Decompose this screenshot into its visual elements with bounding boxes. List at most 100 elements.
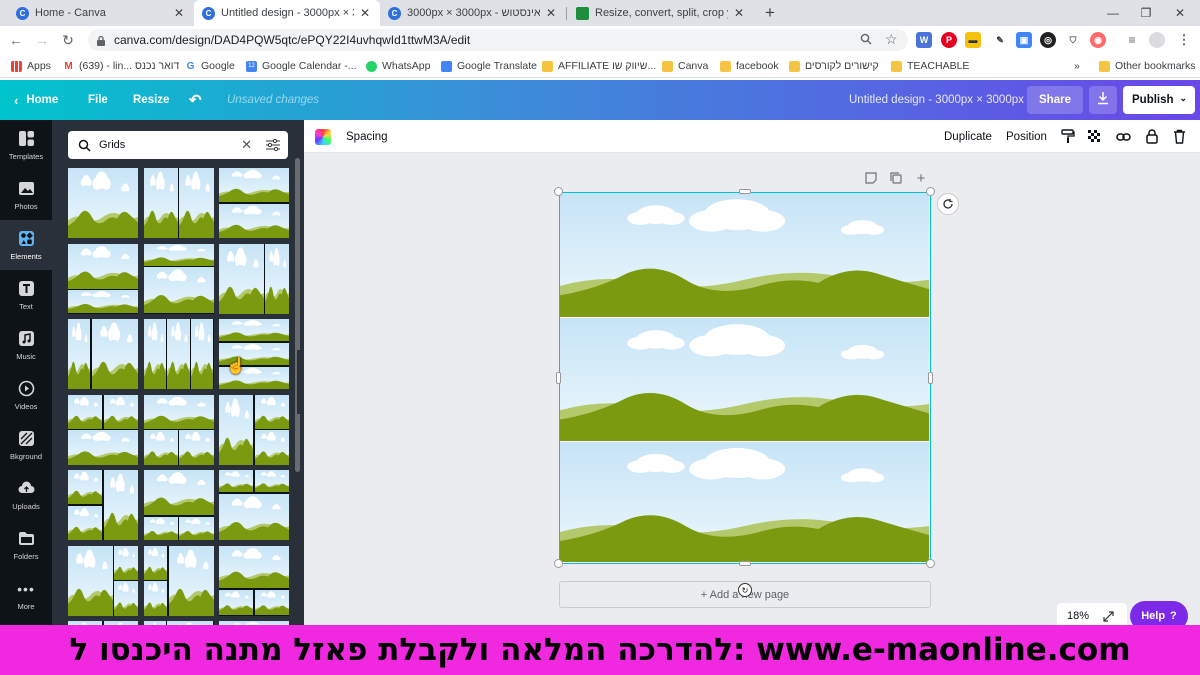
undo-icon[interactable]: ↶ bbox=[189, 80, 202, 120]
rail-uploads[interactable]: Uploads bbox=[0, 470, 52, 520]
grid-layout-thumbnail[interactable] bbox=[68, 243, 138, 314]
rail-music[interactable]: Music bbox=[0, 320, 52, 370]
rail-elements[interactable]: Elements bbox=[0, 220, 52, 270]
add-page-icon[interactable]: + bbox=[912, 169, 930, 187]
rail-photos[interactable]: Photos bbox=[0, 170, 52, 220]
resize-handle-top-right[interactable] bbox=[926, 187, 935, 196]
more-bookmarks-button[interactable]: » bbox=[1074, 58, 1080, 74]
rail-more[interactable]: ••• More bbox=[0, 570, 52, 620]
resize-handle-bottom[interactable] bbox=[739, 561, 751, 566]
bookmark-star-icon[interactable]: ☆ bbox=[885, 31, 898, 48]
grid-layout-thumbnail[interactable] bbox=[143, 168, 214, 238]
rail-background[interactable]: Bkground bbox=[0, 420, 52, 470]
zoom-lens-icon[interactable] bbox=[860, 33, 872, 48]
tab-puzzle[interactable]: C 3000px × 3000px - פאזל אינסטוש ✕ bbox=[380, 0, 566, 26]
resize-handle-right[interactable] bbox=[928, 372, 933, 384]
download-button[interactable] bbox=[1089, 86, 1117, 114]
maximize-button[interactable]: ❐ bbox=[1128, 0, 1164, 26]
duplicate-button[interactable]: Duplicate bbox=[944, 120, 992, 153]
bookmark-translate[interactable]: Google Translate bbox=[441, 58, 537, 74]
grid-cell-middle[interactable] bbox=[560, 317, 929, 441]
close-tab-icon[interactable]: ✕ bbox=[358, 6, 372, 20]
rail-templates[interactable]: Templates bbox=[0, 120, 52, 170]
color-swatch-button[interactable] bbox=[315, 120, 331, 153]
bookmark-canva[interactable]: Canva bbox=[662, 58, 708, 74]
url-bar[interactable]: canva.com/design/DAD4PQW5qtc/ePQY22I4uvh… bbox=[88, 29, 908, 51]
publish-button[interactable]: Publish ⌄ bbox=[1123, 86, 1195, 114]
page-notes-icon[interactable] bbox=[862, 169, 880, 187]
position-button[interactable]: Position bbox=[1006, 120, 1047, 153]
minimize-button[interactable]: — bbox=[1095, 0, 1131, 26]
resize-handle-left[interactable] bbox=[556, 372, 561, 384]
grid-cell-top[interactable] bbox=[560, 193, 929, 317]
resize-handle-bottom-right[interactable] bbox=[926, 559, 935, 568]
back-icon[interactable]: ← bbox=[6, 30, 26, 50]
resize-button[interactable]: Resize bbox=[133, 80, 169, 120]
grid-layout-thumbnail[interactable] bbox=[219, 545, 289, 616]
grid-layout-thumbnail[interactable] bbox=[219, 168, 289, 238]
rail-videos[interactable]: Videos bbox=[0, 370, 52, 420]
grid-layout-thumbnail[interactable] bbox=[68, 394, 138, 465]
design-title[interactable]: Untitled design - 3000px × 3000px bbox=[849, 80, 1024, 120]
rail-text[interactable]: Text bbox=[0, 270, 52, 320]
pinterest-icon[interactable]: P bbox=[941, 32, 957, 48]
browser-menu-icon[interactable]: ⋮ bbox=[1176, 32, 1192, 48]
media-control-icon[interactable]: ≡ bbox=[1124, 32, 1140, 48]
tab-home-canva[interactable]: C Home - Canva ✕ bbox=[8, 0, 194, 26]
grid-layout-thumbnail[interactable] bbox=[68, 319, 138, 389]
grid-layout-thumbnail[interactable] bbox=[68, 470, 138, 540]
profile-avatar[interactable] bbox=[1149, 32, 1165, 48]
move-handle-icon[interactable]: ↻ bbox=[738, 583, 752, 597]
filter-icon[interactable] bbox=[266, 139, 280, 151]
extension-icon[interactable]: ◉ bbox=[1090, 32, 1106, 48]
grid-cell-bottom[interactable] bbox=[560, 441, 929, 562]
grid-layout-thumbnail[interactable] bbox=[219, 243, 289, 314]
link-icon[interactable] bbox=[1116, 120, 1131, 153]
paint-roller-icon[interactable] bbox=[1061, 120, 1075, 153]
grid-layout-thumbnail[interactable] bbox=[143, 243, 214, 314]
extension-icon[interactable]: ▬ bbox=[965, 32, 981, 48]
close-tab-icon[interactable]: ✕ bbox=[172, 6, 186, 20]
rotate-handle-icon[interactable] bbox=[937, 193, 959, 215]
bookmark-google[interactable]: G Google bbox=[185, 58, 235, 74]
clear-search-icon[interactable]: ✕ bbox=[241, 137, 252, 153]
bookmark-calendar[interactable]: 12 Google Calendar -... bbox=[246, 58, 357, 74]
duplicate-page-icon[interactable] bbox=[887, 169, 905, 187]
grid-layout-thumbnail[interactable] bbox=[219, 319, 289, 389]
lock-icon[interactable] bbox=[1146, 120, 1158, 153]
expand-icon[interactable] bbox=[1103, 610, 1114, 622]
file-menu-button[interactable]: File bbox=[88, 80, 108, 120]
grid-layout-thumbnail[interactable] bbox=[143, 394, 214, 465]
bookmark-facebook[interactable]: facebook bbox=[720, 58, 779, 74]
forward-icon[interactable]: → bbox=[32, 30, 52, 50]
extension-icon[interactable]: ▣ bbox=[1016, 32, 1032, 48]
grid-layout-thumbnail[interactable] bbox=[219, 394, 289, 465]
bookmark-gmail[interactable]: M (639) - lin... דואר נכנס bbox=[63, 58, 179, 74]
bookmark-whatsapp[interactable]: WhatsApp bbox=[366, 58, 430, 74]
bookmark-other[interactable]: Other bookmarks bbox=[1099, 58, 1196, 74]
new-tab-button[interactable]: + bbox=[760, 3, 780, 23]
bookmark-teachable[interactable]: TEACHABLE bbox=[891, 58, 969, 74]
grid-layout-thumbnail[interactable] bbox=[219, 470, 289, 540]
bookmark-apps[interactable]: Apps bbox=[11, 58, 51, 74]
trash-icon[interactable] bbox=[1173, 120, 1186, 153]
home-button[interactable]: ‹ Home bbox=[14, 80, 58, 120]
tab-untitled-design[interactable]: C Untitled design - 3000px × 3000px ✕ bbox=[194, 0, 380, 26]
extension-icon[interactable]: W bbox=[916, 32, 932, 48]
close-tab-icon[interactable]: ✕ bbox=[732, 6, 746, 20]
grid-layout-thumbnail[interactable] bbox=[68, 168, 138, 238]
pocket-icon[interactable]: ⛉ bbox=[1065, 32, 1081, 48]
color-picker-icon[interactable]: ✎ bbox=[992, 32, 1008, 48]
bookmark-affiliate[interactable]: AFFILIATE שיווק שו... bbox=[542, 58, 656, 74]
tab-resize-tool[interactable]: Resize, convert, split, crop your im ✕ bbox=[568, 0, 754, 26]
panel-scrollbar[interactable] bbox=[295, 158, 300, 472]
grid-layout-thumbnail[interactable] bbox=[68, 545, 138, 616]
bookmark-course-links[interactable]: קישורים לקורסים bbox=[789, 58, 879, 74]
close-window-button[interactable]: ✕ bbox=[1162, 0, 1198, 26]
grid-layout-thumbnail[interactable] bbox=[143, 470, 214, 540]
search-input[interactable]: Grids bbox=[99, 139, 241, 151]
extension-icon[interactable]: ◎ bbox=[1040, 32, 1056, 48]
search-box[interactable]: Grids ✕ bbox=[68, 131, 288, 159]
close-tab-icon[interactable]: ✕ bbox=[544, 6, 558, 20]
resize-handle-bottom-left[interactable] bbox=[554, 559, 563, 568]
